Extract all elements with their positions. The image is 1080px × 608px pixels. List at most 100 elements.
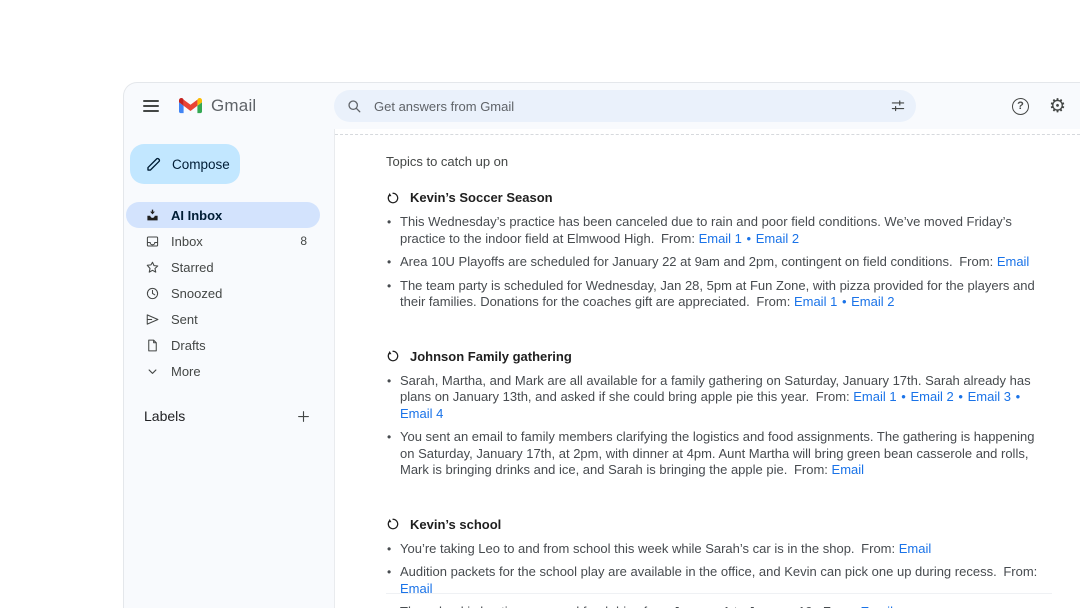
sidebar-item-more[interactable]: More: [126, 358, 320, 384]
sidebar-item-label: More: [171, 364, 201, 379]
settings-gear-icon[interactable]: ⚙: [1049, 97, 1066, 116]
summary-bullet: •The team party is scheduled for Wednesd…: [386, 278, 1038, 311]
section-title: Kevin’s school: [410, 517, 501, 532]
summary-bullet: • You sent an email to family members cla…: [386, 429, 1038, 479]
body-row: Compose AI Inbox Inbox 8: [124, 129, 1080, 608]
email-link[interactable]: Email: [832, 462, 865, 477]
link-separator: •: [1015, 389, 1022, 404]
sidebar-item-inbox[interactable]: Inbox 8: [126, 228, 320, 254]
bullet-text: Area 10U Playoffs are scheduled for Janu…: [400, 254, 953, 269]
top-actions: ? ⚙: [1012, 83, 1066, 129]
page-background: Gmail ? ⚙: [0, 0, 1080, 608]
summary-bullet: •Area 10U Playoffs are scheduled for Jan…: [386, 254, 1038, 271]
main-menu-icon[interactable]: [143, 100, 159, 112]
bullet-dot: •: [387, 564, 391, 581]
chevron-down-icon: [144, 363, 160, 379]
section-title: Kevin’s Soccer Season: [410, 190, 553, 205]
summary-bullet: •Sarah, Martha, and Mark are all availab…: [386, 373, 1038, 423]
bottom-divider: [386, 593, 1052, 594]
section-title: Johnson Family gathering: [410, 349, 572, 364]
email-link[interactable]: Email 4: [400, 406, 443, 421]
history-refresh-icon: [386, 191, 400, 205]
topic-section-kevins-soccer-season: Kevin’s Soccer Season •This Wednesday’s …: [386, 190, 1050, 311]
compose-button[interactable]: Compose: [130, 144, 240, 184]
sidebar-nav: AI Inbox Inbox 8 Starred: [124, 202, 334, 384]
from-label: From:: [816, 389, 850, 404]
document-icon: [144, 337, 160, 353]
sidebar: Compose AI Inbox Inbox 8: [124, 129, 334, 608]
history-refresh-icon: [386, 349, 400, 363]
from-label: From:: [959, 254, 993, 269]
history-refresh-icon: [386, 517, 400, 531]
app-title: Gmail: [211, 96, 256, 116]
search-input[interactable]: [372, 98, 890, 115]
topics-heading: Topics to catch up on: [386, 154, 1050, 169]
labels-heading: Labels: [144, 408, 185, 424]
link-separator: •: [900, 389, 907, 404]
sidebar-item-snoozed[interactable]: Snoozed: [126, 280, 320, 306]
bullet-text: The school is hosting a canned food driv…: [400, 604, 816, 608]
from-label: From:: [661, 231, 695, 246]
search-icon: [346, 98, 362, 114]
clock-icon: [144, 285, 160, 301]
from-label: From:: [1003, 564, 1037, 579]
compose-label: Compose: [172, 157, 230, 172]
summary-bullet: • The school is hosting a canned food dri…: [386, 604, 1038, 608]
help-icon[interactable]: ?: [1012, 98, 1029, 115]
bullet-text: You sent an email to family members clar…: [400, 429, 1034, 477]
link-separator: •: [841, 294, 848, 309]
email-link[interactable]: Email: [860, 604, 893, 608]
link-separator: •: [746, 231, 753, 246]
star-icon: [144, 259, 160, 275]
bullet-dot: •: [387, 604, 391, 608]
labels-section-header: Labels: [124, 404, 334, 428]
from-label: From:: [756, 294, 790, 309]
sidebar-item-starred[interactable]: Starred: [126, 254, 320, 280]
inbox-unread-count: 8: [300, 234, 307, 248]
from-label: From:: [823, 604, 857, 608]
search-bar[interactable]: [334, 90, 916, 122]
summary-bullet: • You’re taking Leo to and from school th…: [386, 541, 1038, 558]
email-link[interactable]: Email 1: [853, 389, 896, 404]
top-bar: Gmail ? ⚙: [124, 83, 1080, 129]
bullet-text: The team party is scheduled for Wednesda…: [400, 278, 1035, 310]
email-link[interactable]: Email 1: [699, 231, 742, 246]
email-link[interactable]: Email: [899, 541, 932, 556]
sidebar-item-label: Drafts: [171, 338, 206, 353]
from-label: From:: [794, 462, 828, 477]
gmail-logo-icon: [179, 97, 202, 115]
email-link[interactable]: Email 1: [794, 294, 837, 309]
summary-bullet: •This Wednesday’s practice has been canc…: [386, 214, 1038, 247]
bullet-dot: •: [387, 429, 391, 446]
link-separator: •: [957, 389, 964, 404]
sidebar-item-ai-inbox[interactable]: AI Inbox: [126, 202, 320, 228]
pencil-icon: [145, 156, 162, 173]
email-link[interactable]: Email: [997, 254, 1030, 269]
main-content: Topics to catch up on Kevin’s Soccer Sea…: [334, 129, 1080, 608]
sidebar-item-sent[interactable]: Sent: [126, 306, 320, 332]
sidebar-item-label: Snoozed: [171, 286, 222, 301]
gmail-app-window: Gmail ? ⚙: [123, 82, 1080, 608]
email-link[interactable]: Email 2: [910, 389, 953, 404]
bullet-dot: •: [387, 278, 391, 295]
send-icon: [144, 311, 160, 327]
topic-section-johnson-family-gathering: Johnson Family gathering •Sarah, Martha,…: [386, 349, 1050, 479]
bullet-text: Audition packets for the school play are…: [400, 564, 997, 579]
inbox-icon: [144, 233, 160, 249]
sidebar-item-label: Starred: [171, 260, 214, 275]
bullet-text: You’re taking Leo to and from school thi…: [400, 541, 855, 556]
sidebar-item-drafts[interactable]: Drafts: [126, 332, 320, 358]
topic-section-kevins-school: Kevin’s school • You’re taking Leo to and…: [386, 517, 1050, 608]
bullet-dot: •: [387, 541, 391, 558]
bullet-dot: •: [387, 214, 391, 231]
email-link[interactable]: Email 2: [756, 231, 799, 246]
email-link[interactable]: Email 3: [968, 389, 1011, 404]
search-options-tune-icon[interactable]: [890, 98, 906, 114]
gmail-brand: Gmail: [179, 96, 256, 116]
bullet-dot: •: [387, 373, 391, 390]
sidebar-item-label: Sent: [171, 312, 198, 327]
sidebar-item-label: AI Inbox: [171, 208, 222, 223]
ai-inbox-icon: [144, 207, 160, 223]
email-link[interactable]: Email 2: [851, 294, 894, 309]
create-label-plus-icon[interactable]: [296, 409, 311, 424]
